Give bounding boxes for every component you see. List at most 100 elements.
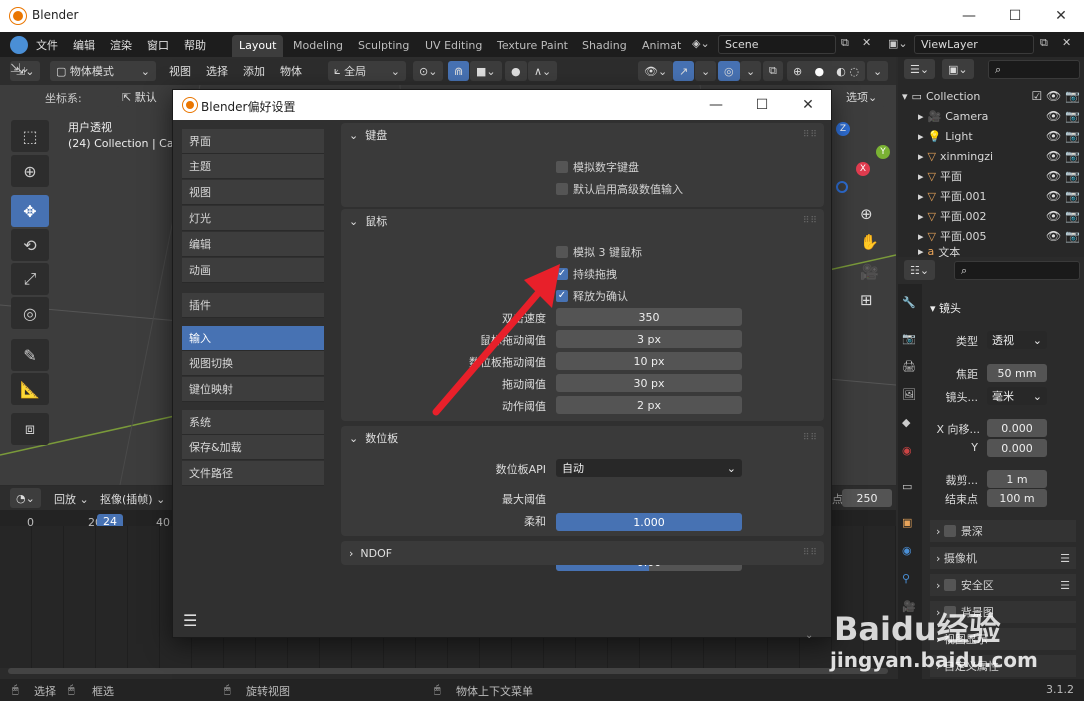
- tab-sculpting[interactable]: Sculpting: [351, 35, 416, 57]
- options-select[interactable]: 选项 ⌄: [840, 87, 886, 107]
- drag-handle-icon[interactable]: ⠿⠿: [803, 130, 818, 140]
- menu-file[interactable]: 文件: [36, 37, 58, 53]
- outliner-editor-type[interactable]: ☰⌄: [904, 59, 936, 79]
- outliner-row[interactable]: ▸ ▽ 平面.002 👁 📷: [898, 206, 1084, 226]
- menu-object[interactable]: 物体: [280, 63, 302, 79]
- axis-y-gizmo[interactable]: Y: [876, 145, 890, 159]
- nav-viewport[interactable]: 视图: [182, 180, 324, 205]
- dof-panel-header[interactable]: › 景深: [930, 520, 1076, 542]
- visibility-button[interactable]: 👁⌄: [638, 61, 674, 81]
- playback-menu[interactable]: 回放 ⌄: [54, 491, 89, 507]
- copy-viewlayer-icon[interactable]: ⧉: [1040, 36, 1048, 50]
- keying-menu[interactable]: 抠像(插帧) ⌄: [100, 491, 165, 507]
- overlay-button[interactable]: ◎: [718, 61, 740, 81]
- drag-threshold-tablet-field[interactable]: 10 px: [556, 352, 742, 370]
- tablet-api-select[interactable]: 自动 ⌄: [556, 459, 742, 477]
- coord-system-select[interactable]: ⇱ 默认: [116, 87, 172, 107]
- viewlayer-icon[interactable]: ▣⌄: [888, 37, 908, 50]
- drag-handle-icon[interactable]: ⠿⠿: [803, 433, 818, 443]
- shift-y-field[interactable]: 0.000: [987, 439, 1047, 457]
- props-search[interactable]: ⌕: [954, 261, 1080, 280]
- snap-button[interactable]: ⋒: [448, 61, 470, 81]
- dof-checkbox[interactable]: [943, 525, 956, 537]
- drag-handle-icon[interactable]: ⠿⠿: [803, 548, 818, 558]
- tab-texture-paint[interactable]: Texture Paint: [490, 35, 575, 57]
- outliner-search[interactable]: ⌕: [988, 60, 1080, 79]
- safe-area-checkbox[interactable]: [943, 579, 956, 591]
- nav-interface[interactable]: 界面: [182, 129, 324, 154]
- scale-tool-icon[interactable]: ⤢: [11, 263, 49, 295]
- mode-select[interactable]: ▢ 物体模式 ⌄: [50, 61, 156, 81]
- axis-x-gizmo[interactable]: X: [856, 162, 870, 176]
- motion-threshold-field[interactable]: 2 px: [556, 396, 742, 414]
- outliner-row[interactable]: ▸ ▽ xinmingzi 👁 📷: [898, 146, 1084, 166]
- outliner-row[interactable]: ▸ 🎥 Camera 👁 📷: [898, 106, 1084, 126]
- default-numeric-option[interactable]: 默认启用高级数值输入: [556, 181, 683, 197]
- pan-hand-icon[interactable]: ✋: [860, 233, 879, 251]
- outliner-row[interactable]: ▸ a 文本: [898, 246, 1084, 257]
- select-box-tool-icon[interactable]: ⬚: [11, 120, 49, 152]
- eye-icon[interactable]: 👁 📷: [1046, 229, 1080, 243]
- transform-orientation-select[interactable]: ⟀ 全局 ⌄: [328, 61, 406, 81]
- focal-length-field[interactable]: 50 mm: [987, 364, 1047, 382]
- emulate-numpad-option[interactable]: 模拟数字键盘: [556, 159, 639, 175]
- tab-shading[interactable]: Shading: [575, 35, 634, 57]
- toolbar-header-icon[interactable]: ⇲⌄: [10, 61, 30, 75]
- menu-add[interactable]: 添加: [243, 63, 265, 79]
- close-viewlayer-icon[interactable]: ✕: [1062, 36, 1071, 49]
- gizmo-button[interactable]: ↗: [673, 61, 695, 81]
- ortho-grid-icon[interactable]: ⊞: [860, 291, 873, 309]
- tab-layout[interactable]: Layout: [232, 35, 284, 57]
- snap-target-button[interactable]: ■⌄: [470, 61, 502, 81]
- menu-view[interactable]: 视图: [169, 63, 191, 79]
- tab-uv-editing[interactable]: UV Editing: [418, 35, 489, 57]
- nav-system[interactable]: 系统: [182, 410, 324, 435]
- nav-input[interactable]: 输入: [182, 326, 324, 351]
- rotate-tool-icon[interactable]: ⟲: [11, 229, 49, 261]
- minimize-button[interactable]: —: [946, 0, 992, 32]
- falloff-button[interactable]: ∧⌄: [528, 61, 558, 81]
- close-button[interactable]: ✕: [1038, 0, 1084, 32]
- scene-field[interactable]: Scene: [718, 35, 836, 54]
- scene-icon[interactable]: ◈⌄: [692, 37, 710, 50]
- outliner-display-mode[interactable]: ▣⌄: [942, 59, 974, 79]
- render-tab-icon[interactable]: 📷: [902, 332, 916, 345]
- outliner-row[interactable]: ▾ ▭ Collection ☑ 👁 📷: [898, 86, 1084, 106]
- maximize-button[interactable]: ☐: [992, 0, 1038, 32]
- camera-type-select[interactable]: 透视 ⌄: [987, 331, 1047, 349]
- props-editor-type[interactable]: ☷⌄: [904, 260, 936, 280]
- move-tool-icon[interactable]: ✥: [11, 195, 49, 227]
- cursor-tool-icon[interactable]: ⊕: [11, 155, 49, 187]
- timeline-editor-type[interactable]: ◔⌄: [10, 488, 41, 508]
- eye-icon[interactable]: 👁 📷: [1046, 129, 1080, 143]
- shift-x-field[interactable]: 0.000: [987, 419, 1047, 437]
- tablet-panel-header[interactable]: ⌄ 数位板 ⠿⠿: [341, 426, 824, 450]
- resize-handle-icon[interactable]: ⌄: [805, 630, 813, 641]
- nav-keymap[interactable]: 键位映射: [182, 377, 324, 402]
- world-tab-icon[interactable]: ◉: [902, 444, 912, 457]
- proportional-button[interactable]: ●: [505, 61, 527, 81]
- shading-dropdown[interactable]: ⌄: [867, 61, 889, 81]
- clip-start-field[interactable]: 1 m: [987, 470, 1047, 488]
- prefs-maximize-button[interactable]: ☐: [739, 90, 785, 120]
- keyboard-panel-header[interactable]: ⌄ 键盘 ⠿⠿: [341, 123, 824, 147]
- tab-animation[interactable]: Animat: [635, 35, 688, 57]
- outliner-row[interactable]: ▸ ▽ 平面.001 👁 📷: [898, 186, 1084, 206]
- eye-icon[interactable]: 👁 📷: [1046, 169, 1080, 183]
- prefs-minimize-button[interactable]: —: [693, 90, 739, 120]
- eye-icon[interactable]: 👁 📷: [1046, 149, 1080, 163]
- camera-panel-header[interactable]: ▾ 镜头: [930, 298, 1076, 318]
- menu-edit[interactable]: 编辑: [73, 37, 95, 53]
- nav-lights[interactable]: 灯光: [182, 206, 324, 231]
- clip-end-field[interactable]: 100 m: [987, 489, 1047, 507]
- lens-unit-select[interactable]: 毫米 ⌄: [987, 387, 1047, 405]
- nav-addons[interactable]: 插件: [182, 293, 324, 318]
- scene-tab-icon[interactable]: ◆: [902, 416, 910, 429]
- emulate-numpad-checkbox[interactable]: [556, 161, 568, 173]
- nav-animation[interactable]: 动画: [182, 258, 324, 283]
- checkbox-icon[interactable]: ☑ 👁 📷: [1031, 89, 1080, 103]
- xray-button[interactable]: ⧉: [763, 61, 783, 81]
- frame-end-field[interactable]: 250: [842, 489, 892, 507]
- tab-modeling[interactable]: Modeling: [286, 35, 350, 57]
- menu-window[interactable]: 窗口: [147, 37, 169, 53]
